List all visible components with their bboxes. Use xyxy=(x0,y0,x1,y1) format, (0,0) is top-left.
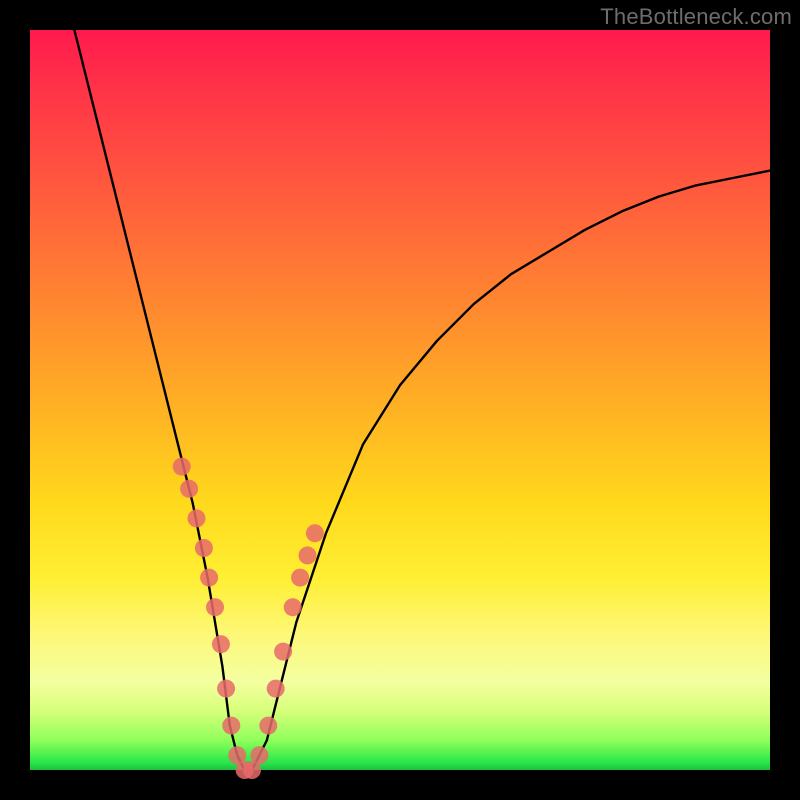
marker-dot xyxy=(267,680,285,698)
marker-dot xyxy=(180,480,198,498)
marker-dot xyxy=(217,680,235,698)
chart-frame: TheBottleneck.com xyxy=(0,0,800,800)
marker-dot xyxy=(206,598,224,616)
marker-dot xyxy=(195,539,213,557)
marker-dot xyxy=(200,569,218,587)
chart-plot-area xyxy=(30,30,770,770)
marker-dot xyxy=(291,569,309,587)
marker-dot xyxy=(259,717,277,735)
chart-svg xyxy=(30,30,770,770)
marker-dot xyxy=(284,598,302,616)
marker-dot xyxy=(274,643,292,661)
bottleneck-curve xyxy=(74,30,770,770)
marker-dot xyxy=(222,717,240,735)
watermark-text: TheBottleneck.com xyxy=(600,4,792,30)
marker-dot xyxy=(212,635,230,653)
marker-dot xyxy=(250,746,268,764)
marker-dot xyxy=(306,524,324,542)
marker-dot xyxy=(188,509,206,527)
marker-dot xyxy=(173,458,191,476)
marker-group xyxy=(173,458,324,779)
marker-dot xyxy=(299,546,317,564)
